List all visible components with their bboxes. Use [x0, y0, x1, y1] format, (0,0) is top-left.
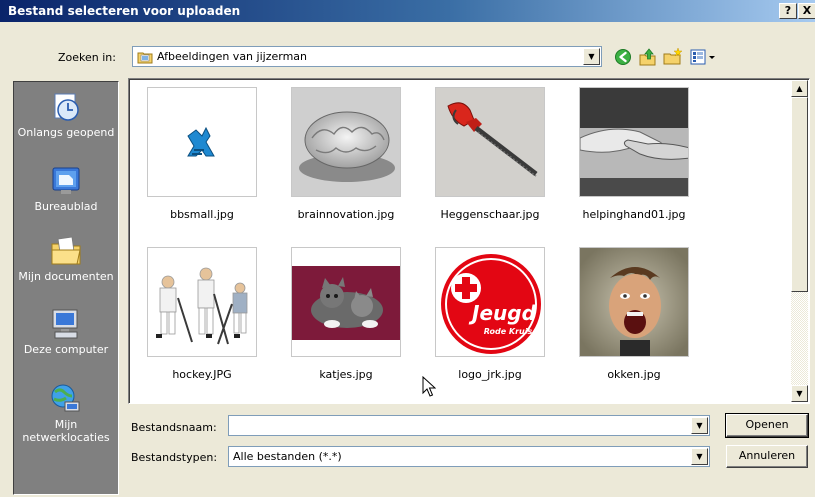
file-name: logo_jrk.jpg	[458, 368, 522, 381]
filename-input[interactable]	[228, 415, 710, 436]
vertical-scrollbar[interactable]: ▲ ▼	[791, 80, 808, 402]
thumbnail	[579, 87, 689, 197]
thumbnail	[291, 247, 401, 357]
file-item-brainnovation[interactable]: brainnovation.jpg	[282, 87, 410, 237]
file-item-bbsmall[interactable]: bbsmall.jpg	[138, 87, 266, 237]
file-name: helpinghand01.jpg	[582, 208, 686, 221]
folder-icon	[137, 50, 153, 64]
filetype-label: Bestandstypen:	[131, 451, 218, 464]
filetype-value: Alle bestanden (*.*)	[233, 450, 342, 463]
scroll-up-icon[interactable]: ▲	[791, 80, 808, 97]
my-documents-icon	[49, 234, 83, 268]
file-name: Heggenschaar.jpg	[440, 208, 540, 221]
place-my-documents[interactable]: Mijn documenten	[14, 234, 118, 283]
file-item-katjes[interactable]: katjes.jpg	[282, 247, 410, 397]
chevron-down-icon[interactable]: ▼	[691, 417, 708, 434]
file-name: bbsmall.jpg	[170, 208, 234, 221]
desktop-icon	[49, 164, 83, 198]
place-label: Deze computer	[23, 343, 109, 356]
place-recent[interactable]: Onlangs geopend	[14, 90, 118, 139]
file-item-logo-jrk[interactable]: Jeugd Rode Kruis logo_jrk.jpg	[426, 247, 554, 397]
open-button[interactable]: Openen	[725, 413, 809, 438]
thumbnail: Jeugd Rode Kruis	[435, 247, 545, 357]
place-network[interactable]: Mijn netwerklocaties	[14, 382, 118, 444]
place-label: Onlangs geopend	[17, 126, 115, 139]
scroll-down-icon[interactable]: ▼	[791, 385, 808, 402]
file-name: okken.jpg	[607, 368, 661, 381]
views-menu-icon[interactable]	[689, 47, 721, 67]
thumbnail	[435, 87, 545, 197]
file-name: brainnovation.jpg	[297, 208, 395, 221]
mouse-cursor-icon	[422, 375, 437, 401]
file-item-okken[interactable]: okken.jpg	[570, 247, 698, 397]
up-folder-icon[interactable]	[638, 47, 658, 67]
place-label: Bureaublad	[34, 200, 98, 213]
window-title: Bestand selecteren voor uploaden	[8, 4, 241, 18]
network-places-icon	[49, 382, 83, 416]
filetype-dropdown[interactable]: Alle bestanden (*.*) ▼	[228, 446, 710, 467]
file-item-hockey[interactable]: hockey.JPG	[138, 247, 266, 397]
file-upload-dialog: Bestand selecteren voor uploaden ? X Zoe…	[0, 0, 815, 497]
thumbnail	[291, 87, 401, 197]
scroll-thumb[interactable]	[791, 97, 808, 292]
help-button[interactable]: ?	[779, 3, 797, 19]
thumbnail	[579, 247, 689, 357]
file-name: katjes.jpg	[319, 368, 373, 381]
file-item-helpinghand[interactable]: helpinghand01.jpg	[570, 87, 698, 237]
file-list-view[interactable]: bbsmall.jpg brainnovation.jpg Heggenscha…	[128, 78, 810, 404]
lookin-value: Afbeeldingen van jijzerman	[157, 50, 307, 63]
places-bar: Onlangs geopend Bureaublad Mijn document…	[13, 81, 119, 495]
new-folder-icon[interactable]	[663, 47, 683, 67]
logo-subtext: Rode Kruis	[484, 327, 533, 336]
thumbnail	[147, 247, 257, 357]
logo-text: Jeugd	[468, 301, 537, 325]
file-item-heggenschaar[interactable]: Heggenschaar.jpg	[426, 87, 554, 237]
lookin-label: Zoeken in:	[58, 51, 116, 64]
lookin-dropdown[interactable]: Afbeeldingen van jijzerman ▼	[132, 46, 602, 67]
close-button[interactable]: X	[798, 3, 815, 19]
place-my-computer[interactable]: Deze computer	[14, 307, 118, 356]
cancel-button[interactable]: Annuleren	[726, 445, 808, 468]
chevron-down-icon[interactable]: ▼	[691, 448, 708, 465]
chevron-down-icon[interactable]: ▼	[583, 48, 600, 65]
recent-icon	[49, 90, 83, 124]
place-label: Mijn netwerklocaties	[22, 418, 110, 444]
title-bar[interactable]: Bestand selecteren voor uploaden ? X	[0, 0, 815, 22]
back-arrow-icon[interactable]	[613, 47, 633, 67]
thumbnail	[147, 87, 257, 197]
filename-label: Bestandsnaam:	[131, 421, 217, 434]
file-name: hockey.JPG	[172, 368, 232, 381]
place-desktop[interactable]: Bureaublad	[14, 164, 118, 213]
my-computer-icon	[49, 307, 83, 341]
place-label: Mijn documenten	[18, 270, 114, 283]
